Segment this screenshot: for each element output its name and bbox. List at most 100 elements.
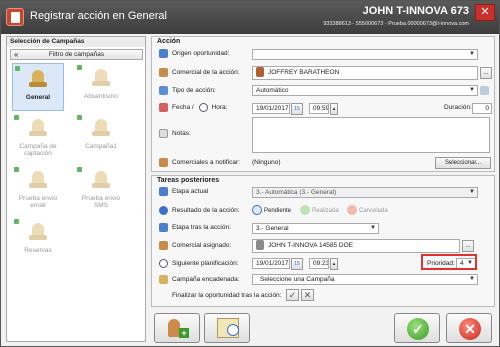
campaign-item-reservas[interactable]: Reservas [12, 217, 64, 265]
comercial-asignado-field[interactable]: JOHN T-INNOVA 14585 DOE [252, 239, 460, 253]
hora-input[interactable]: 09:59 [309, 103, 329, 114]
tools-icon[interactable] [480, 86, 489, 95]
seleccionar-button[interactable]: Seleccionar... [435, 157, 491, 169]
calendar-icon [159, 102, 168, 112]
avatar [256, 67, 264, 78]
etapa-actual-select: 3.- Automática (3.- General) ▼ [252, 187, 478, 198]
comercial-more-button[interactable]: ... [480, 67, 492, 79]
bell-icon [90, 117, 112, 141]
campaign-filter-label: Filtro de campañas [48, 51, 105, 58]
add-user-button[interactable]: + [154, 313, 200, 343]
bell-icon [90, 169, 112, 193]
dialog-window: Registrar acción en General JOHN T-INNOV… [0, 0, 500, 347]
gear-icon [159, 85, 168, 95]
hora-spinner[interactable]: ▴ [330, 103, 338, 115]
pin-icon [14, 167, 19, 172]
pin-icon [15, 66, 20, 71]
campaign-label: Reservas [24, 247, 52, 254]
campaign-label: Prueba envio SMS [81, 195, 121, 209]
dropdown-arrow-icon: ▼ [469, 189, 475, 195]
stage-icon [159, 222, 168, 232]
campana-select[interactable]: Seleccione una Campaña ▼ [252, 274, 478, 285]
clock-icon [252, 205, 262, 216]
hora-label: Hora: [211, 104, 228, 111]
clock-icon [227, 324, 239, 336]
check-icon: ✓ [407, 318, 429, 340]
siguiente-label: Siguiente planificación: [172, 260, 239, 267]
campaign-item-captacion[interactable]: Campaña de captación [12, 113, 64, 165]
campaign-item-campana1[interactable]: Campaña1 [75, 113, 127, 161]
pin-icon [14, 115, 19, 120]
campaign-item-general[interactable]: General [12, 63, 64, 111]
finalizar-yes-button[interactable]: ✓ [286, 289, 299, 301]
avatar [256, 240, 264, 251]
accion-section: Acción Origen oportunidad: ▼ Comercial d… [151, 36, 495, 172]
schedule-button[interactable] [204, 313, 250, 343]
siguiente-row: Siguiente planificación: [159, 258, 239, 270]
campana-label: Campaña encadenada: [172, 276, 240, 283]
ok-button[interactable]: ✓ [394, 313, 440, 343]
dropdown-arrow-icon: ▼ [469, 51, 475, 57]
comercial-asignado-row: Comercial asignado: [159, 240, 231, 252]
date-picker-button[interactable]: 15 [291, 258, 303, 270]
comercial-field[interactable]: JOFFREY BARATHEON [252, 66, 478, 80]
campaign-filter-button[interactable]: « Filtro de campañas [10, 49, 143, 60]
notas-label: Notas: [172, 130, 191, 137]
user-name: JOHN T-INNOVA 673 [362, 5, 469, 17]
notificar-label: Comerciales a notificar: [172, 159, 240, 166]
campaign-item-sms[interactable]: Prueba envio SMS [75, 165, 127, 217]
info-icon [159, 205, 168, 215]
realizada-option[interactable]: Realizada [300, 205, 339, 217]
campaign-panel: Selección de Campañas « Filtro de campaña… [6, 36, 146, 342]
campaign-label: Prueba envio email [18, 195, 58, 209]
priority-highlight [421, 254, 477, 270]
origen-label: Origen oportunidad: [172, 50, 230, 57]
user-icon [159, 240, 168, 250]
title-bar: Registrar acción en General JOHN T-INNOV… [1, 1, 499, 34]
siguiente-hora-input[interactable]: 09:23 [309, 258, 329, 269]
pendiente-option[interactable]: Pendiente [252, 205, 291, 217]
bottom-toolbar: + ✓ ✕ [151, 313, 496, 347]
close-button[interactable]: ✕ [475, 4, 495, 21]
bell-icon [27, 221, 49, 245]
date-picker-button[interactable]: 15 [291, 103, 303, 115]
bell-icon [90, 67, 112, 91]
chevron-left-icon: « [14, 50, 19, 59]
finalizar-label: Finalizar la oportunidad tras la acción: [172, 292, 282, 299]
pin-icon [77, 167, 82, 172]
etapa-tras-select[interactable]: 3.- General ▼ [252, 223, 379, 234]
campaign-item-absentismo[interactable]: Absentismo [75, 63, 127, 111]
dropdown-arrow-icon: ▼ [370, 225, 376, 231]
campaign-label: Campaña1 [85, 143, 117, 150]
campaign-label: General [25, 94, 51, 101]
cancel-button[interactable]: ✕ [446, 313, 492, 343]
pin-icon [77, 115, 82, 120]
duracion-input[interactable]: 0 [472, 103, 492, 114]
etapa-tras-label: Etapa tras la acción: [172, 224, 231, 231]
plus-icon: + [179, 328, 189, 338]
etapa-actual-label: Etapa actual [172, 188, 209, 195]
close-icon: ✕ [459, 318, 481, 340]
origen-select[interactable]: ▼ [252, 49, 478, 60]
hora-spinner[interactable]: ▴ [330, 258, 338, 270]
app-logo-icon [6, 8, 24, 26]
notificar-row: Comerciales a notificar: [159, 157, 240, 169]
window-title: Registrar acción en General [30, 10, 167, 22]
cancelada-option[interactable]: Cancelada [347, 205, 388, 217]
bell-icon [159, 274, 168, 284]
campaign-label: Absentismo [84, 93, 118, 100]
bell-icon [27, 68, 49, 92]
etapa-tras-row: Etapa tras la acción: [159, 222, 231, 234]
notas-textarea[interactable] [252, 117, 490, 153]
fecha-input[interactable]: 19/01/2017 [252, 103, 290, 114]
finalizar-no-button[interactable]: ✕ [301, 289, 314, 301]
tipo-select[interactable]: Automático ▼ [252, 85, 478, 96]
section-title: Tareas posteriores [157, 177, 220, 184]
section-title: Acción [157, 38, 181, 45]
campaign-panel-title: Selección de Campañas [7, 37, 145, 47]
campaign-item-email[interactable]: Prueba envio email [12, 165, 64, 217]
user-icon [159, 67, 168, 77]
comercial-asignado-more-button[interactable]: ... [462, 240, 474, 252]
siguiente-fecha-input[interactable]: 19/01/2017 [252, 258, 290, 269]
etapa-actual-row: Etapa actual [159, 186, 208, 198]
